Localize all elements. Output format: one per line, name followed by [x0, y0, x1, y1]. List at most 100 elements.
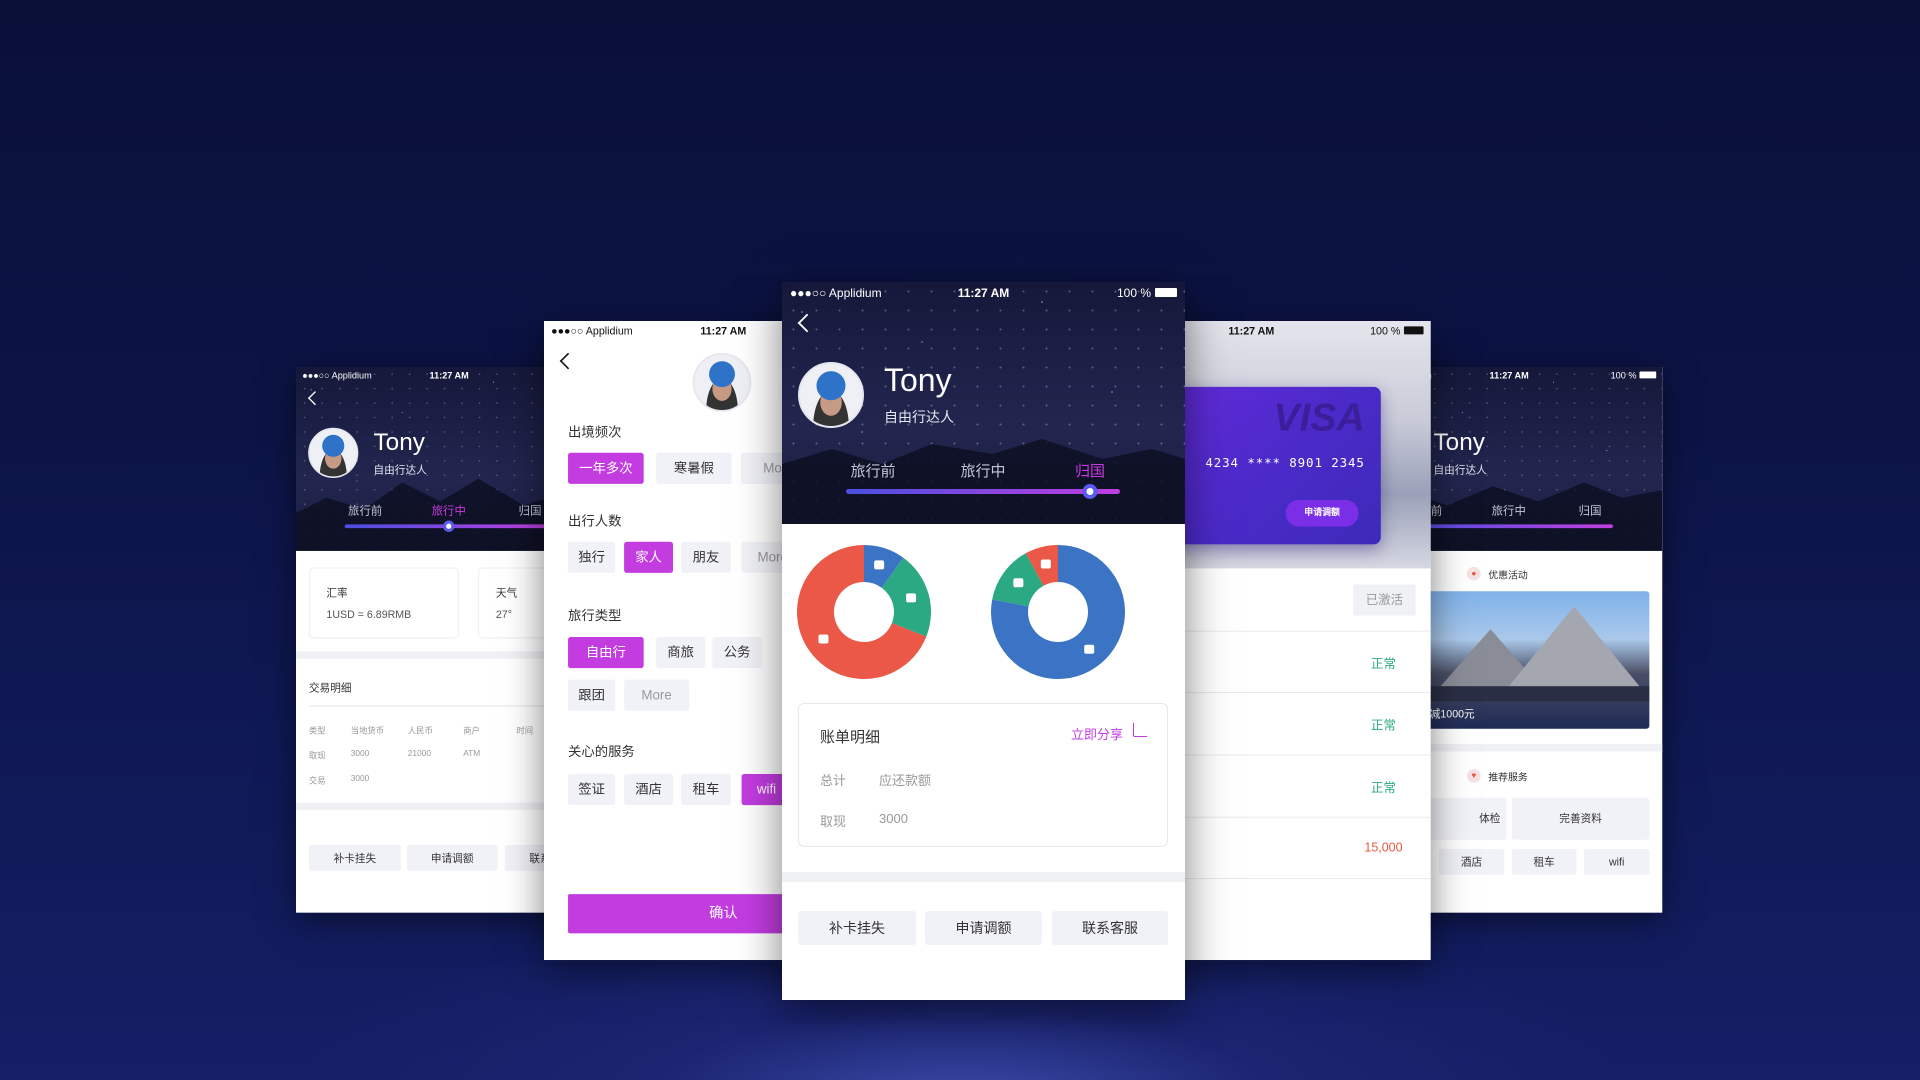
- bag-icon: [818, 634, 829, 644]
- back-chevron-icon[interactable]: [307, 391, 323, 406]
- service-complete-profile[interactable]: 完善资料: [1511, 797, 1650, 840]
- service-hotel[interactable]: 酒店: [1438, 848, 1505, 875]
- screen-bill-overview: ●●●○○ Applidium 11:27 AM 100 % Tony 自由行达人 …: [782, 282, 1185, 1000]
- more-chip[interactable]: More: [624, 679, 690, 711]
- status-normal: 正常: [1371, 780, 1396, 795]
- option-chip[interactable]: 公务: [712, 636, 763, 669]
- activated-badge: 已激活: [1353, 584, 1416, 616]
- profile-header: ●●●○○ Applidium11:27 AM100 % Tony 自由行达人 …: [782, 282, 1185, 524]
- device-icon: [1084, 644, 1095, 654]
- stage-slider[interactable]: [1404, 524, 1613, 529]
- slider-knob[interactable]: [1082, 484, 1098, 499]
- battery-percent: 100 %: [1610, 370, 1637, 381]
- column-header: 人民币: [407, 726, 433, 736]
- amount-value: 15,000: [1364, 839, 1403, 855]
- option-chip[interactable]: 酒店: [624, 774, 674, 806]
- battery-percent: 100 %: [1370, 324, 1401, 338]
- rate-value: 1USD = 6.89RMB: [326, 607, 412, 621]
- services-title: 推荐服务: [1488, 771, 1528, 783]
- battery-icon: [1155, 288, 1177, 297]
- bill-row-value: 应还款额: [879, 773, 932, 788]
- bill-card: 账单明细 立即分享 总计 应还款额 取现 3000: [798, 703, 1168, 847]
- tab-during-trip[interactable]: 旅行中: [1492, 502, 1526, 518]
- share-icon[interactable]: [1133, 722, 1148, 737]
- rate-card: 汇率 1USD = 6.89RMB: [308, 567, 459, 639]
- tab-during-trip[interactable]: 旅行中: [432, 502, 466, 518]
- spending-donuts: [797, 545, 1125, 679]
- shop-icon: [906, 593, 917, 603]
- user-title: 自由行达人: [1433, 463, 1487, 476]
- bill-row-label: 总计: [820, 773, 847, 788]
- tab-return[interactable]: 归国: [1579, 502, 1602, 518]
- bag-icon: [1040, 559, 1051, 569]
- shop-icon: [1013, 578, 1024, 588]
- status-normal: 正常: [1371, 656, 1396, 671]
- tag-icon: ●: [1466, 566, 1481, 581]
- heart-icon: ♥: [1466, 769, 1481, 783]
- avatar: [692, 353, 752, 412]
- option-chip[interactable]: 签证: [568, 774, 616, 806]
- share-link[interactable]: 立即分享: [1071, 724, 1123, 743]
- section-title: 出行人数: [568, 514, 622, 530]
- contact-support-button[interactable]: 联系客服: [1052, 911, 1168, 945]
- option-chip[interactable]: 商旅: [656, 636, 706, 669]
- table-cell: 取现: [308, 751, 326, 761]
- transactions-title: 交易明细: [308, 681, 352, 694]
- divider: [782, 872, 1185, 882]
- weather-value: 27°: [495, 607, 512, 621]
- column-header: 商户: [463, 726, 480, 736]
- adjust-limit-button[interactable]: 申请调额: [1285, 499, 1359, 527]
- table-cell: 3000: [350, 774, 370, 784]
- tab-during-trip[interactable]: 旅行中: [960, 460, 1005, 481]
- option-chip[interactable]: 独行: [568, 541, 616, 573]
- option-chip[interactable]: 自由行: [568, 636, 644, 669]
- column-header: 时间: [516, 726, 534, 736]
- service-car-rental[interactable]: 租车: [1511, 848, 1577, 875]
- section-title: 旅行类型: [568, 608, 622, 624]
- section-title: 关心的服务: [568, 744, 635, 760]
- back-chevron-icon[interactable]: [797, 313, 817, 333]
- weather-label: 天气: [495, 586, 518, 599]
- user-name: Tony: [373, 427, 425, 456]
- table-cell: 21000: [407, 749, 431, 759]
- service-wifi[interactable]: wifi: [1584, 848, 1650, 875]
- option-chip[interactable]: 租车: [681, 774, 731, 806]
- table-cell: 3000: [350, 749, 370, 759]
- card-number: 4234 **** 8901 2345: [1205, 456, 1365, 471]
- report-lost-card-button[interactable]: 补卡挂失: [308, 845, 401, 871]
- adjust-limit-button[interactable]: 申请调额: [925, 911, 1042, 945]
- section-title: 出境频次: [568, 425, 622, 441]
- status-normal: 正常: [1371, 717, 1396, 733]
- column-header: 当地货币: [350, 726, 385, 736]
- device-icon: [874, 560, 885, 570]
- avatar: [308, 427, 359, 478]
- option-chip[interactable]: 一年多次: [568, 452, 644, 484]
- tab-return[interactable]: 归国: [1075, 460, 1105, 481]
- tab-before-trip[interactable]: 旅行前: [850, 460, 895, 481]
- rate-label: 汇率: [326, 586, 348, 599]
- option-chip[interactable]: 家人: [624, 541, 674, 573]
- user-name: Tony: [1433, 427, 1485, 456]
- user-title: 自由行达人: [373, 463, 427, 476]
- back-chevron-icon[interactable]: [559, 352, 577, 370]
- option-chip[interactable]: 朋友: [681, 541, 731, 573]
- tab-before-trip[interactable]: 旅行前: [348, 502, 382, 518]
- visa-logo: VISA: [1273, 395, 1365, 440]
- promo-title: 优惠活动: [1488, 569, 1528, 581]
- table-cell: 交易: [308, 776, 326, 786]
- avatar: [798, 362, 864, 428]
- report-lost-card-button[interactable]: 补卡挂失: [798, 911, 916, 945]
- column-header: 类型: [308, 726, 326, 736]
- slider-knob[interactable]: [443, 520, 455, 532]
- user-name: Tony: [884, 362, 952, 398]
- option-chip[interactable]: 跟团: [568, 679, 616, 711]
- battery-percent: 100 %: [1116, 286, 1151, 300]
- battery-icon: [1403, 326, 1424, 335]
- option-chip[interactable]: 寒暑假: [656, 452, 732, 484]
- tab-return[interactable]: 归国: [519, 502, 542, 518]
- table-cell: ATM: [463, 749, 481, 759]
- bill-row-label: 取现: [820, 814, 847, 829]
- stage-slider[interactable]: [846, 489, 1120, 494]
- bill-title: 账单明细: [820, 729, 881, 746]
- adjust-limit-button[interactable]: 申请调额: [406, 845, 498, 871]
